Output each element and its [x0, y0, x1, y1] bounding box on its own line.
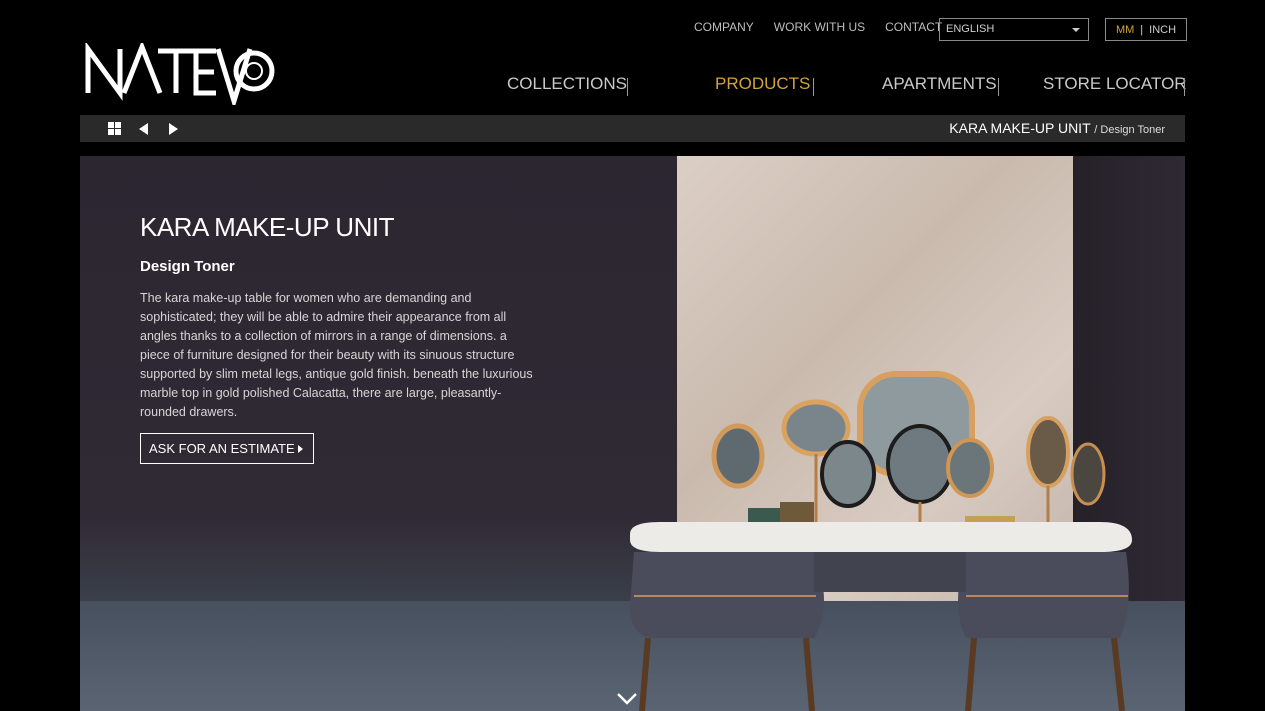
- next-arrow-icon[interactable]: [169, 123, 178, 135]
- vanity-image: [630, 371, 1132, 711]
- nav-products[interactable]: PRODUCTS: [715, 74, 810, 94]
- top-nav: COMPANY WORK WITH US CONTACT: [694, 20, 942, 34]
- breadcrumb-title: KARA MAKE-UP UNIT: [949, 120, 1091, 136]
- ask-estimate-button[interactable]: ASK FOR AN ESTIMATE: [140, 433, 314, 464]
- product-toolbar: KARA MAKE-UP UNIT / Design Toner: [80, 115, 1185, 142]
- breadcrumb-sub: / Design Toner: [1094, 124, 1165, 136]
- chevron-down-icon[interactable]: [616, 692, 638, 706]
- nav-divider: [813, 78, 814, 96]
- chevron-right-icon: [298, 445, 303, 453]
- top-nav-contact[interactable]: CONTACT: [885, 20, 942, 34]
- prev-arrow-icon[interactable]: [139, 123, 148, 135]
- product-title: KARA MAKE-UP UNIT: [140, 212, 394, 242]
- breadcrumb: KARA MAKE-UP UNIT / Design Toner: [949, 120, 1165, 136]
- product-description: The kara make-up table for women who are…: [140, 291, 533, 419]
- nav-store-locator[interactable]: STORE LOCATOR: [1043, 74, 1187, 94]
- chevron-down-icon: [1072, 28, 1080, 32]
- unit-toggle: MM | INCH: [1105, 18, 1187, 41]
- nav-apartments[interactable]: APARTMENTS: [882, 74, 997, 94]
- main-nav: COLLECTIONS PRODUCTS APARTMENTS STORE LO…: [0, 74, 1265, 98]
- nav-divider: [627, 78, 628, 96]
- nav-divider: [1184, 78, 1185, 96]
- product-hero: KARA MAKE-UP UNIT Design Toner The kara …: [80, 156, 1185, 711]
- top-nav-company[interactable]: COMPANY: [694, 20, 754, 34]
- product-designer: Design Toner: [140, 258, 235, 275]
- unit-separator: |: [1140, 23, 1144, 36]
- top-nav-work-with-us[interactable]: WORK WITH US: [774, 20, 865, 34]
- unit-inch[interactable]: INCH: [1149, 24, 1176, 36]
- nav-collections[interactable]: COLLECTIONS: [507, 74, 627, 94]
- language-select[interactable]: ENGLISH: [939, 18, 1089, 41]
- grid-icon[interactable]: [108, 122, 121, 135]
- ask-estimate-label: ASK FOR AN ESTIMATE: [149, 441, 295, 456]
- nav-divider: [998, 78, 999, 96]
- unit-mm[interactable]: MM: [1116, 24, 1134, 36]
- language-selected: ENGLISH: [946, 23, 995, 35]
